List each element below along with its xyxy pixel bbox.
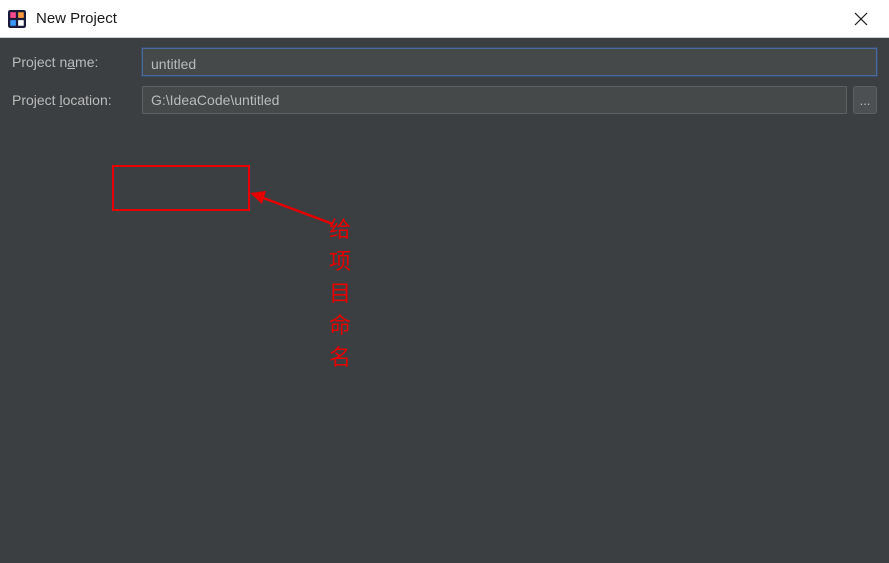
- project-location-label: Project location:: [12, 92, 136, 108]
- close-button[interactable]: [841, 4, 881, 34]
- browse-label: ...: [860, 93, 871, 108]
- project-location-input[interactable]: [142, 86, 847, 114]
- title-bar: New Project: [0, 0, 889, 38]
- annotation-text: 给项目命名: [329, 212, 351, 372]
- app-icon: [8, 10, 26, 28]
- project-location-row: Project location: ...: [12, 86, 877, 114]
- annotation-box: [112, 165, 250, 211]
- project-name-value: untitled: [151, 56, 196, 72]
- project-name-input[interactable]: untitled: [142, 48, 877, 76]
- browse-button[interactable]: ...: [853, 86, 877, 114]
- project-name-row: Project name: untitled: [12, 48, 877, 76]
- annotation-arrow-icon: [248, 188, 338, 228]
- close-icon: [854, 12, 868, 26]
- window-title: New Project: [36, 10, 117, 27]
- project-name-label: Project name:: [12, 54, 136, 70]
- dialog-content: Project name: untitled Project location:…: [0, 38, 889, 134]
